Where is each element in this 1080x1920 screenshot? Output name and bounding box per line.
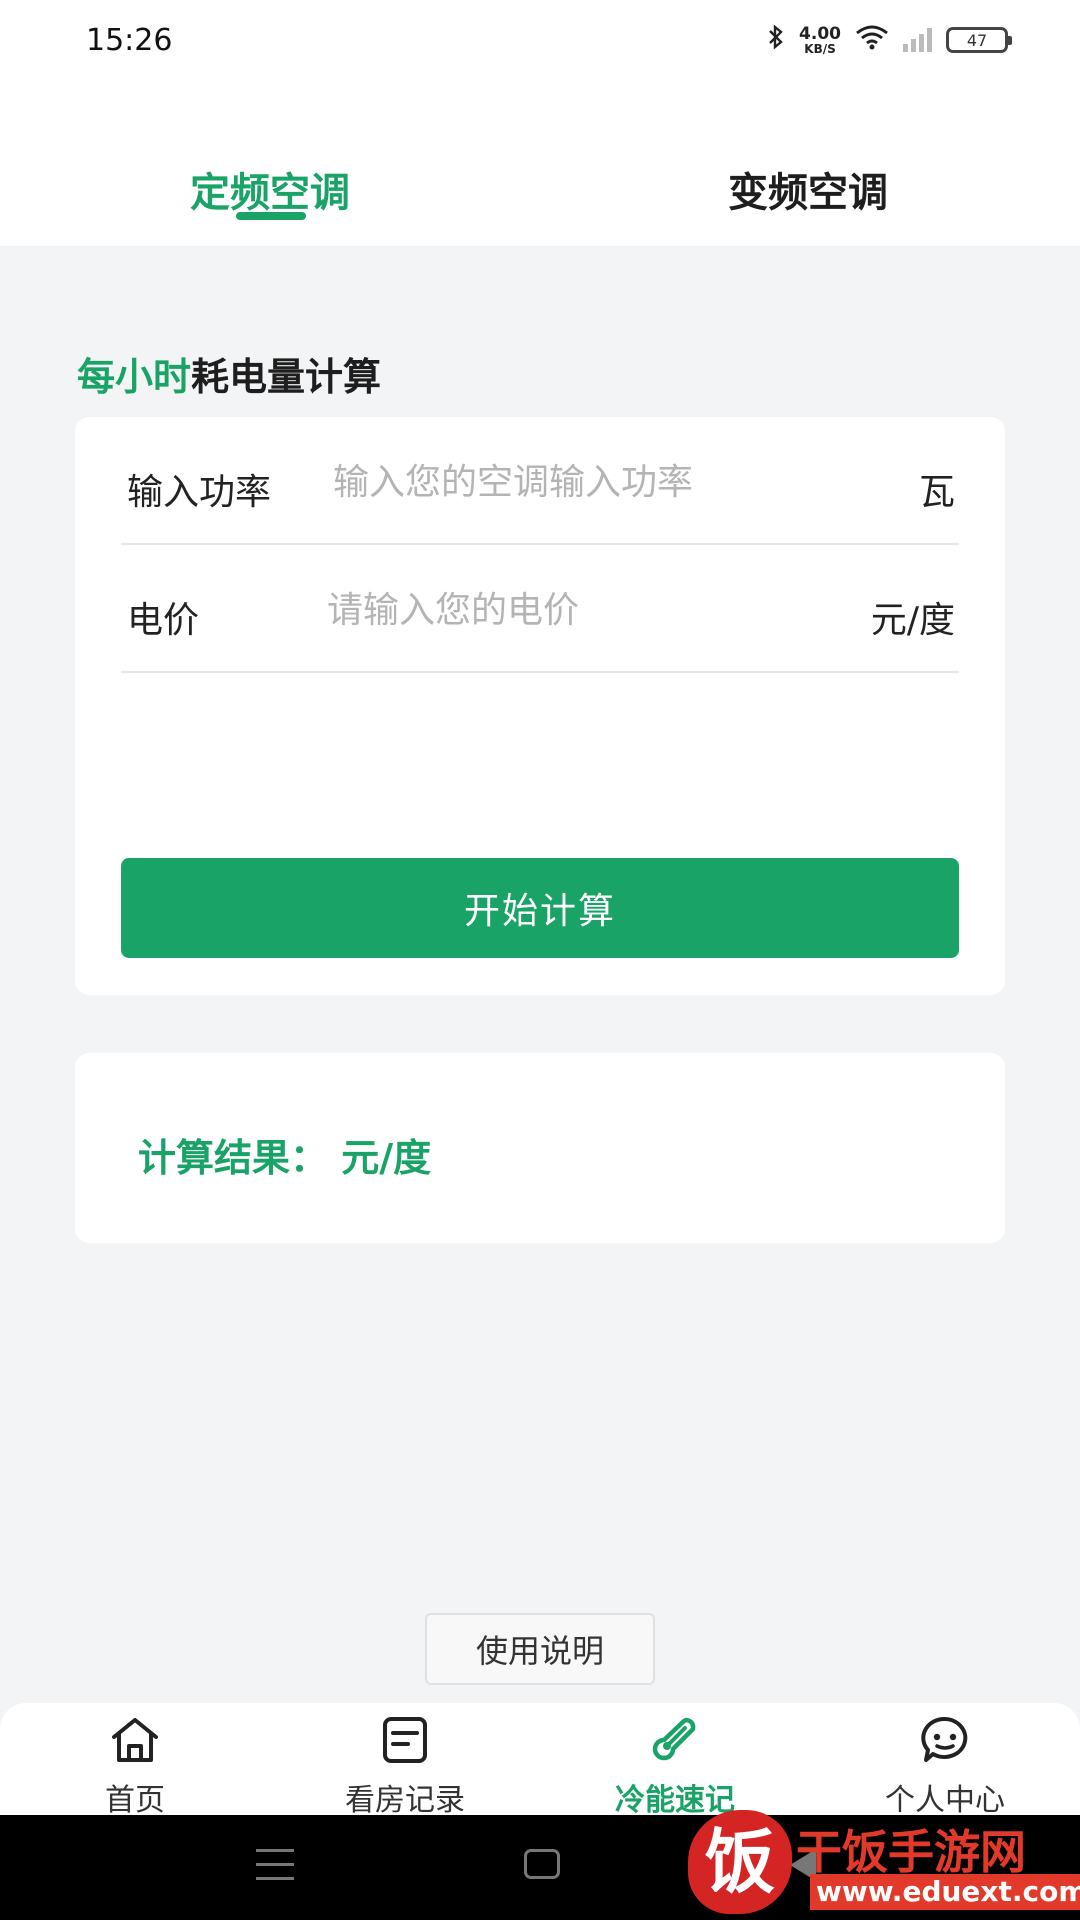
nav-item-profile[interactable]: 个人中心 [845, 1703, 1045, 1818]
nav-label-home: 首页 [105, 1783, 165, 1818]
usage-instructions-button[interactable]: 使用说明 [425, 1613, 655, 1685]
net-speed: 4.00 KB/S [799, 23, 841, 56]
net-speed-value: 4.00 [799, 23, 841, 44]
price-row: 电价 元/度 [121, 545, 959, 673]
signal-icon [903, 28, 932, 52]
net-speed-unit: KB/S [804, 41, 836, 56]
nav-item-cooling-notes[interactable]: 冷能速记 [575, 1703, 775, 1818]
power-unit: 瓦 [918, 472, 955, 513]
tab-variable-frequency[interactable]: 变频空调 [728, 160, 888, 216]
wifi-icon [855, 24, 889, 56]
power-label: 输入功率 [127, 472, 272, 513]
bluetooth-icon [767, 24, 785, 56]
status-bar: 15:26 4.00 KB/S 47 [0, 0, 1080, 80]
nav-label-records: 看房记录 [345, 1783, 465, 1818]
bottom-nav: 首页 看房记录 冷能速记 个人中心 [0, 1703, 1080, 1818]
profile-icon [921, 1716, 968, 1762]
status-time: 15:26 [86, 22, 173, 58]
section-title-rest: 耗电量计算 [191, 355, 382, 399]
price-label: 电价 [127, 600, 200, 641]
calculation-form-card: 输入功率 瓦 电价 元/度 开始计算 [75, 417, 1005, 995]
battery-icon: 47 [946, 27, 1012, 53]
note-icon [383, 1717, 427, 1763]
thermometer-icon [652, 1717, 696, 1761]
price-unit: 元/度 [870, 600, 955, 641]
watermark: 饭 干饭手游网 www.eduext.com [688, 1808, 1080, 1920]
result-card: 计算结果： 元/度 [75, 1053, 1005, 1243]
power-row: 输入功率 瓦 [121, 417, 959, 545]
price-input[interactable] [327, 583, 767, 637]
battery-level: 47 [966, 30, 988, 50]
watermark-logo: 饭 [688, 1810, 792, 1914]
tab-fixed-frequency[interactable]: 定频空调 [190, 160, 350, 216]
watermark-url: www.eduext.com [810, 1874, 1080, 1910]
power-input[interactable] [333, 455, 833, 509]
section-title-highlight: 每小时 [77, 355, 192, 399]
result-text: 计算结果： 元/度 [138, 1136, 432, 1180]
watermark-name: 干饭手游网 [796, 1825, 1026, 1879]
nav-item-home[interactable]: 首页 [35, 1703, 235, 1818]
tab-active-indicator [236, 212, 306, 220]
status-icons: 4.00 KB/S 47 [767, 23, 1012, 56]
tabs-bar: 定频空调 变频空调 [0, 80, 1080, 246]
section-title: 每小时耗电量计算 [77, 346, 381, 401]
home-square-icon[interactable] [524, 1849, 560, 1879]
menu-icon[interactable] [256, 1849, 294, 1881]
start-calculation-button[interactable]: 开始计算 [121, 858, 959, 958]
home-icon [112, 1718, 158, 1762]
nav-item-records[interactable]: 看房记录 [305, 1703, 505, 1818]
